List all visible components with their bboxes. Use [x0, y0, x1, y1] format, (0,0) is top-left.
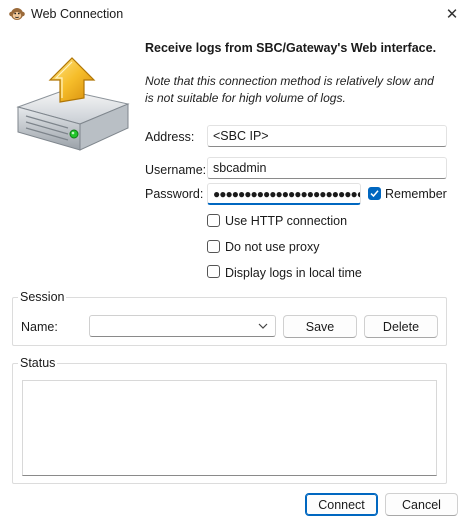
local-time-label: Display logs in local time: [225, 266, 362, 280]
checkmark-icon: [370, 190, 379, 198]
dialog-heading: Receive logs from SBC/Gateway's Web inte…: [145, 41, 437, 55]
use-http-label: Use HTTP connection: [225, 214, 348, 228]
no-proxy-checkbox[interactable]: [207, 240, 220, 253]
connection-note: Note that this connection method is rela…: [145, 74, 434, 105]
title-bar: Web Connection ✕: [0, 0, 470, 28]
status-title: Status: [18, 356, 58, 370]
username-label: Username:: [145, 163, 207, 177]
remember-checkbox[interactable]: [368, 187, 381, 200]
monkey-icon: [9, 6, 25, 22]
use-http-checkbox[interactable]: [207, 214, 220, 227]
cancel-button[interactable]: Cancel: [385, 493, 458, 516]
status-log-area[interactable]: [22, 380, 437, 476]
password-label: Password:: [145, 187, 204, 201]
remember-label: Remember: [385, 187, 447, 201]
download-drive-icon: [10, 52, 135, 162]
no-proxy-label: Do not use proxy: [225, 240, 320, 254]
save-button[interactable]: Save: [283, 315, 357, 338]
connect-button[interactable]: Connect: [305, 493, 378, 516]
session-name-select[interactable]: [89, 315, 276, 337]
address-label: Address:: [145, 130, 195, 144]
close-button[interactable]: ✕: [434, 0, 470, 28]
username-input[interactable]: sbcadmin: [207, 157, 447, 179]
local-time-checkbox[interactable]: [207, 265, 220, 278]
delete-button[interactable]: Delete: [364, 315, 438, 338]
address-input[interactable]: <SBC IP>: [207, 125, 447, 147]
session-title: Session: [18, 290, 67, 304]
password-input[interactable]: ●●●●●●●●●●●●●●●●●●●●●●●●: [207, 183, 361, 205]
session-name-label: Name:: [21, 320, 58, 334]
window-title: Web Connection: [31, 7, 124, 21]
chevron-down-icon: [258, 323, 268, 329]
close-icon: ✕: [445, 6, 459, 23]
